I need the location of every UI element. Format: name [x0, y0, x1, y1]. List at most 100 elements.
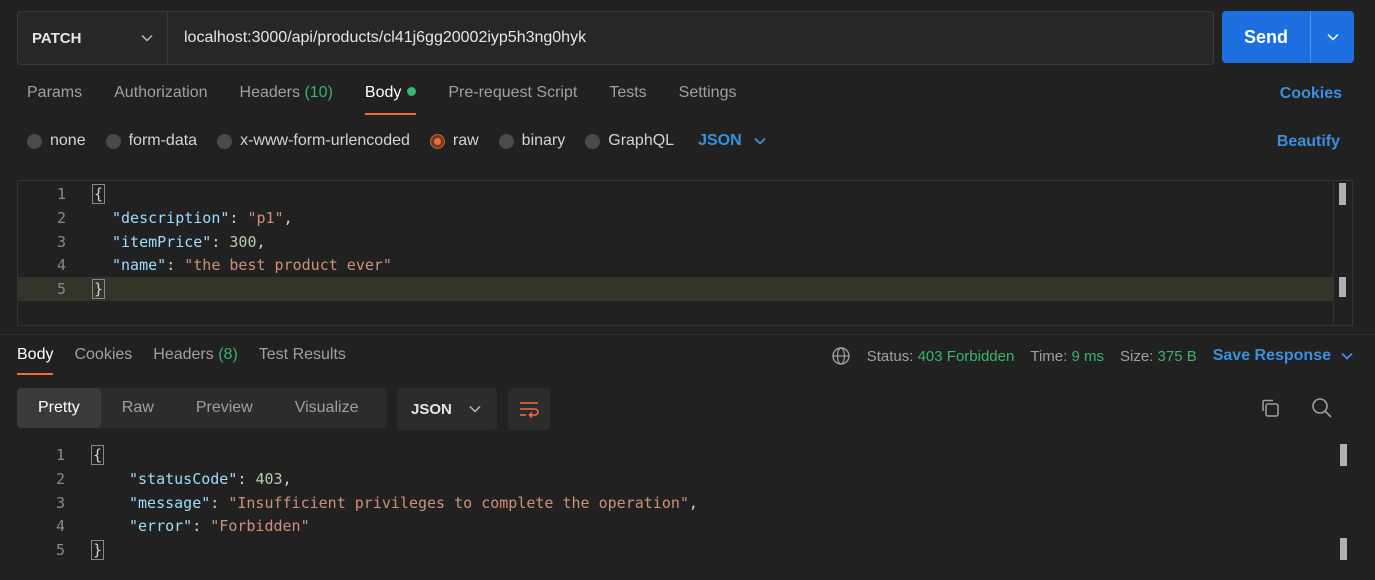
- status-value: 403 Forbidden: [917, 347, 1015, 365]
- request-body-editor[interactable]: 1 { 2 "description": "p1", 3 "itemPrice"…: [17, 180, 1353, 326]
- radio-circle: [498, 133, 514, 149]
- copy-button[interactable]: [1258, 396, 1282, 420]
- tab-body[interactable]: Body: [364, 84, 417, 115]
- line-number: 3: [55, 494, 65, 512]
- line-number: 1: [55, 446, 65, 464]
- radio-circle: [217, 133, 233, 149]
- chevron-down-icon: [1341, 352, 1353, 360]
- json-key: "itemPrice": [112, 233, 212, 251]
- headers-count: (10): [304, 84, 333, 101]
- line-number: 5: [56, 280, 66, 298]
- cookies-link[interactable]: Cookies: [1280, 85, 1342, 103]
- line-number: 3: [56, 233, 66, 251]
- tab-label: Pre-request Script: [448, 84, 578, 101]
- view-tab-label: Preview: [195, 399, 253, 416]
- line-number: 2: [56, 209, 66, 227]
- radio-binary[interactable]: binary: [498, 132, 565, 150]
- globe-icon[interactable]: [831, 346, 851, 366]
- radio-circle: [27, 133, 42, 149]
- time-label: Time:: [1030, 347, 1068, 365]
- response-tab-body[interactable]: Body: [17, 346, 54, 375]
- request-bar: PATCH localhost:3000/api/products/cl41j6…: [17, 11, 1214, 65]
- pane-divider[interactable]: [0, 334, 1375, 335]
- response-tab-headers[interactable]: Headers (8): [153, 346, 238, 373]
- code-text: "message": "Insufficient privileges to c…: [129, 494, 698, 512]
- open-brace: {: [92, 184, 106, 204]
- method-select[interactable]: PATCH: [18, 12, 168, 64]
- code-text: "error": "Forbidden": [129, 517, 310, 535]
- code-line: 5 }: [17, 538, 1333, 562]
- close-brace: }: [92, 279, 106, 299]
- wrap-lines-icon: [520, 402, 539, 418]
- code-text: "name": "the best product ever": [112, 256, 392, 274]
- code-line: 3 "itemPrice": 300,: [18, 230, 1334, 254]
- size-info: Size: 375 B: [1120, 348, 1197, 365]
- json-comma: ,: [282, 470, 292, 488]
- scrollbar-thumb[interactable]: [1339, 183, 1346, 205]
- send-button[interactable]: Send: [1222, 11, 1354, 63]
- beautify-button[interactable]: Beautify: [1277, 133, 1340, 151]
- body-language-select[interactable]: JSON: [698, 132, 766, 150]
- tab-params[interactable]: Params: [27, 84, 82, 112]
- view-tab-visualize[interactable]: Visualize: [274, 388, 380, 428]
- radio-raw[interactable]: raw: [429, 132, 479, 150]
- tab-headers[interactable]: Headers (10): [240, 84, 333, 112]
- view-tab-raw[interactable]: Raw: [101, 388, 175, 428]
- url-text: localhost:3000/api/products/cl41j6gg2000…: [184, 29, 587, 46]
- code-line: 2 "statusCode": 403,: [17, 467, 1333, 491]
- json-comma: ,: [688, 494, 698, 512]
- code-line-current: 5 }: [18, 277, 1334, 301]
- json-value: "the best product ever": [184, 256, 392, 274]
- json-comma: ,: [256, 233, 266, 251]
- view-tab-preview[interactable]: Preview: [175, 388, 274, 428]
- tab-pre-request-script[interactable]: Pre-request Script: [448, 84, 577, 112]
- save-response-button[interactable]: Save Response: [1213, 347, 1353, 365]
- chevron-down-icon: [1326, 33, 1339, 41]
- code-line: 1 {: [17, 443, 1333, 467]
- radio-graphql[interactable]: GraphQL: [585, 132, 674, 150]
- editor-scrollbar[interactable]: [1333, 181, 1352, 325]
- wrap-lines-button[interactable]: [508, 388, 550, 430]
- save-response-label: Save Response: [1212, 347, 1331, 364]
- scrollbar-thumb[interactable]: [1340, 444, 1347, 466]
- tab-label: Cookies: [74, 346, 133, 363]
- chevron-down-icon: [754, 137, 766, 145]
- json-value: "Insufficient privileges to complete the…: [228, 494, 689, 512]
- send-options-button[interactable]: [1311, 33, 1354, 41]
- tab-settings[interactable]: Settings: [679, 84, 737, 112]
- response-status-bar: Status: 403 Forbidden Time: 9 ms Size: 3…: [831, 346, 1353, 366]
- json-comma: ,: [283, 209, 293, 227]
- response-tab-cookies[interactable]: Cookies: [74, 346, 132, 373]
- time-info: Time: 9 ms: [1030, 348, 1104, 365]
- radio-form-data[interactable]: form-data: [105, 132, 197, 150]
- tab-tests[interactable]: Tests: [609, 84, 646, 112]
- response-format-label: JSON: [411, 400, 452, 418]
- code-line: 2 "description": "p1",: [18, 206, 1334, 230]
- search-button[interactable]: [1310, 396, 1334, 420]
- tab-label: Headers: [239, 84, 300, 101]
- radio-label: none: [50, 132, 86, 149]
- tab-label: Body: [17, 346, 54, 363]
- view-tab-pretty[interactable]: Pretty: [17, 388, 101, 428]
- body-modified-dot: [407, 87, 417, 97]
- radio-label: raw: [452, 132, 479, 149]
- radio-none[interactable]: none: [27, 132, 86, 150]
- code-text: }: [92, 277, 106, 301]
- response-scrollbar[interactable]: [1335, 442, 1353, 580]
- chevron-down-icon: [141, 34, 153, 42]
- open-brace: {: [91, 445, 105, 465]
- response-tab-test-results[interactable]: Test Results: [259, 346, 346, 373]
- code-line: 4 "error": "Forbidden": [17, 514, 1333, 538]
- search-icon: [1312, 398, 1332, 418]
- response-format-select[interactable]: JSON: [397, 388, 497, 430]
- radio-circle: [105, 133, 121, 149]
- response-body-viewer[interactable]: 1 { 2 "statusCode": 403, 3 "message": "I…: [17, 442, 1353, 580]
- tab-label: Tests: [609, 84, 647, 101]
- json-key: "description": [112, 209, 230, 227]
- scrollbar-marker: [1340, 538, 1347, 560]
- tab-authorization[interactable]: Authorization: [114, 84, 207, 112]
- tab-label: Authorization: [114, 84, 208, 101]
- json-key: "message": [129, 494, 211, 512]
- url-input[interactable]: localhost:3000/api/products/cl41j6gg2000…: [168, 12, 1213, 64]
- radio-urlencoded[interactable]: x-www-form-urlencoded: [217, 132, 410, 150]
